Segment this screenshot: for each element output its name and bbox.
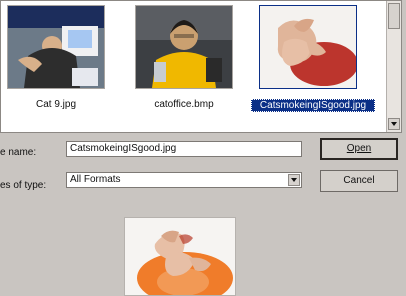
file-list-panel[interactable]: Cat 9.jpg catoffice.bmp CatsmokeingISgoo… — [0, 0, 402, 133]
image-preview — [124, 217, 236, 296]
thumbnail-image — [260, 6, 356, 88]
thumbnail[interactable] — [135, 5, 233, 89]
open-button[interactable]: Open — [320, 138, 398, 160]
preview-image — [125, 218, 235, 295]
file-name-label: e name: — [0, 147, 37, 158]
thumbnail-image — [8, 6, 104, 88]
list-item[interactable]: CatsmokeingISgood.jpg — [249, 1, 375, 131]
chevron-down-icon[interactable] — [288, 174, 300, 186]
file-name-input[interactable]: CatsmokeingISgood.jpg — [66, 141, 302, 157]
screen: Cat 9.jpg catoffice.bmp CatsmokeingISgoo… — [0, 0, 406, 296]
scrollbar-thumb[interactable] — [388, 3, 400, 29]
file-list-scrollbar[interactable] — [386, 1, 401, 132]
cancel-button-label: Cancel — [343, 175, 375, 186]
files-of-type-value: All Formats — [70, 174, 121, 185]
list-item[interactable]: Cat 9.jpg — [1, 1, 119, 131]
file-name-selected[interactable]: CatsmokeingISgood.jpg — [251, 99, 375, 112]
thumbnail[interactable] — [259, 5, 357, 89]
thumbnail[interactable] — [7, 5, 105, 89]
thumbnail-image — [136, 6, 232, 88]
files-of-type-label: es of type: — [0, 180, 47, 191]
list-item[interactable]: catoffice.bmp — [129, 1, 247, 131]
file-name[interactable]: catoffice.bmp — [129, 99, 239, 110]
file-name[interactable]: Cat 9.jpg — [1, 99, 111, 110]
files-of-type-select[interactable]: All Formats — [66, 172, 302, 188]
cancel-button[interactable]: Cancel — [320, 170, 398, 192]
open-file-dialog: Cat 9.jpg catoffice.bmp CatsmokeingISgoo… — [0, 0, 406, 296]
open-button-label: Open — [346, 143, 372, 154]
scroll-down-arrow-icon[interactable] — [388, 118, 400, 130]
